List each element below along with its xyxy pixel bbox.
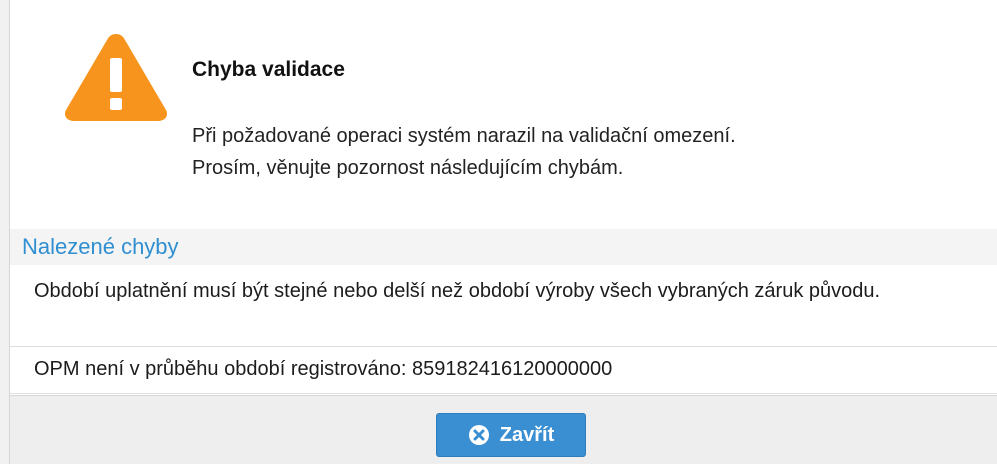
errors-heading: Nalezené chyby [10, 229, 997, 265]
message-line: Při požadované operaci systém narazil na… [192, 125, 736, 147]
dialog-header: Chyba validace Při požadované operaci sy… [10, 0, 997, 229]
validation-error-dialog: Chyba validace Při požadované operaci sy… [10, 0, 997, 464]
message-line: Prosím, věnujte pozornost následujícím c… [192, 157, 624, 179]
dialog-message: Při požadované operaci systém narazil na… [192, 120, 736, 184]
errors-list: Období uplatnění musí být stejné nebo de… [10, 265, 997, 394]
warning-icon [64, 34, 168, 121]
dialog-frame: Chyba validace Při požadované operaci sy… [0, 0, 997, 464]
close-button-label: Zavřít [499, 423, 555, 446]
close-button[interactable]: Zavřít [436, 413, 586, 457]
dialog-title: Chyba validace [192, 58, 345, 81]
background-edge [0, 0, 10, 464]
error-item: Období uplatnění musí být stejné nebo de… [10, 265, 997, 347]
dialog-footer: Zavřít [10, 395, 997, 464]
close-circle-icon [468, 425, 489, 445]
error-item: OPM není v průběhu období registrováno: … [10, 347, 997, 394]
